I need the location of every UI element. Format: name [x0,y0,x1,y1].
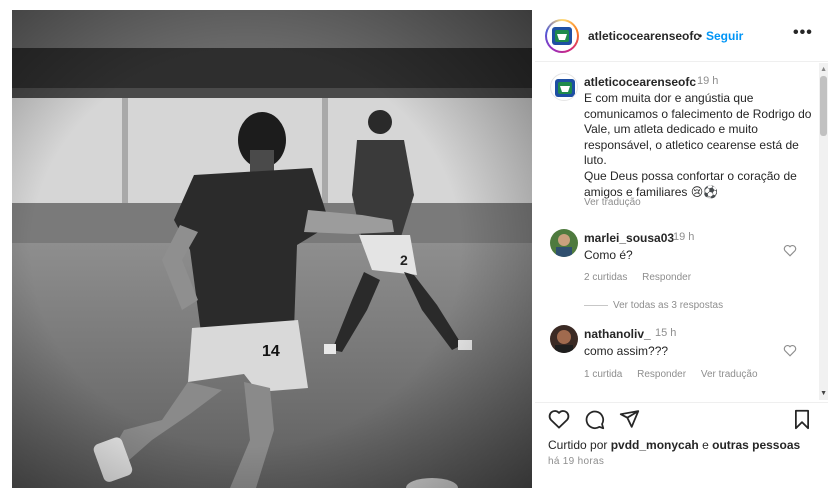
liked-by-prefix: Curtido por [548,438,608,452]
scroll-down-arrow[interactable]: ▼ [820,390,827,397]
comment-reply[interactable]: Responder [642,272,691,283]
comment-username[interactable]: nathanoliv_ [584,327,651,341]
liked-by-user[interactable]: pvdd_monycah [611,438,699,452]
caption-translate-link[interactable]: Ver tradução [584,197,641,208]
comment-item: nathanoliv_ 15 h como assim??? 1 curtida… [535,325,819,400]
post-photo[interactable]: 2 14 [12,10,532,488]
small-heart-icon[interactable] [783,244,797,257]
heart-icon[interactable] [548,409,570,429]
share-icon[interactable] [619,409,640,429]
more-icon[interactable]: ••• [793,24,813,42]
commenter-avatar[interactable] [550,325,578,353]
scrollbar-thumb[interactable] [820,76,827,136]
caption-username[interactable]: atleticocearenseofc [584,75,696,89]
liked-by-others[interactable]: outras pessoas [712,438,800,452]
save-icon[interactable] [793,409,811,430]
liked-by-conj: e [702,438,709,452]
caption-text: E com muita dor e angústia que comunicam… [584,91,816,200]
small-heart-icon[interactable] [783,344,797,357]
comment-time: 15 h [655,327,677,339]
caption-avatar[interactable] [550,73,578,101]
club-crest-icon [552,27,572,45]
comment-username[interactable]: marlei_sousa03 [584,231,674,245]
comment-reply[interactable]: Responder [637,369,686,380]
comment-likes[interactable]: 2 curtidas [584,272,627,283]
comment-item: marlei_sousa03 19 h Como é? 2 curtidas R… [535,229,819,329]
comment-text: Como é? [584,248,633,262]
caption-time: 19 h [697,75,719,87]
post-panel: atleticocearenseofc • Seguir ••• atletic… [535,10,828,488]
post-username[interactable]: atleticocearenseofc [588,29,700,43]
club-crest-icon [555,79,575,97]
follow-button[interactable]: Seguir [706,29,743,43]
replies-divider [584,305,608,306]
comment-likes[interactable]: 1 curtida [584,369,622,380]
profile-avatar[interactable] [545,19,579,53]
comment-meta: 1 curtida Responder Ver tradução [584,369,770,380]
liked-by: Curtido por pvdd_monycah e outras pessoa… [548,438,800,452]
view-replies-link[interactable]: Ver todas as 3 respostas [613,300,723,311]
scroll-up-arrow[interactable]: ▲ [820,66,827,73]
separator-dot: • [698,29,703,43]
commenter-avatar[interactable] [550,229,578,257]
comment-translate[interactable]: Ver tradução [701,369,758,380]
comment-meta: 2 curtidas Responder [584,272,703,283]
post-timestamp[interactable]: há 19 horas [548,456,604,467]
caption-body: E com muita dor e angústia que comunicam… [584,91,812,199]
comment-time: 19 h [673,231,695,243]
post-header: atleticocearenseofc • Seguir ••• [535,10,828,62]
comment-icon[interactable] [584,409,605,430]
comments-list[interactable]: atleticocearenseofc 19 h E com muita dor… [535,63,828,400]
action-bar [535,402,828,442]
comment-text: como assim??? [584,344,669,358]
